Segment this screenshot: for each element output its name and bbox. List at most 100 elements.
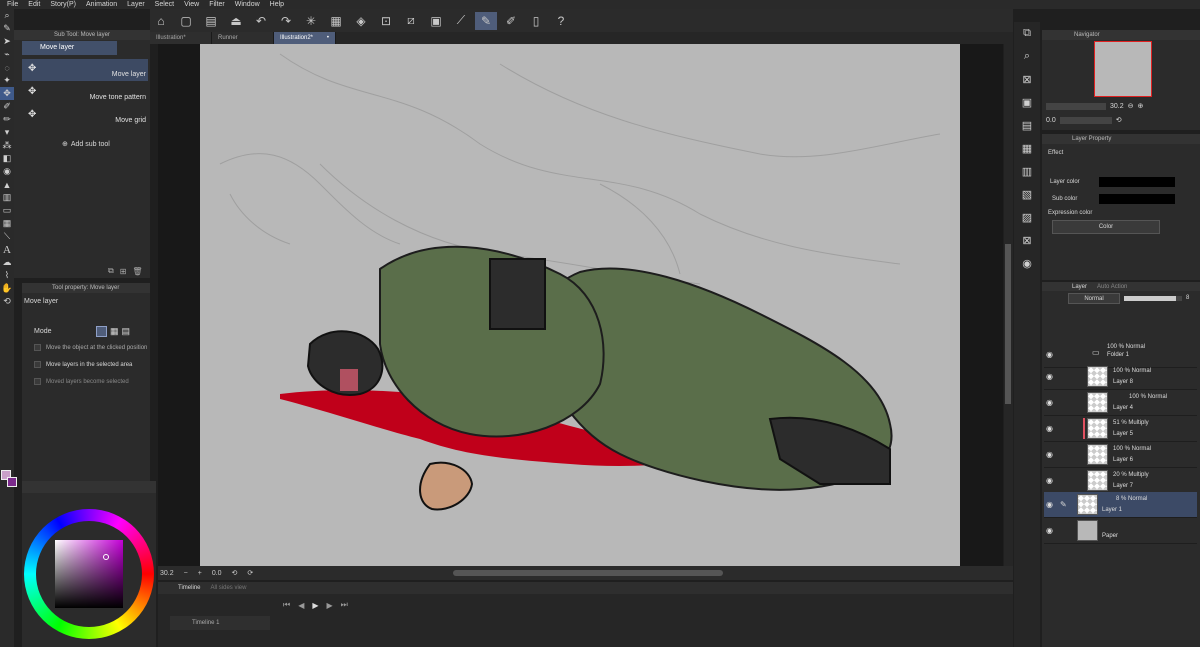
color-picker-handle[interactable] <box>103 554 109 560</box>
airbrush-tool-icon[interactable]: ⁂ <box>0 139 14 152</box>
home-icon[interactable]: ⌂ <box>150 12 172 30</box>
eye-icon[interactable]: ◉ <box>1046 476 1053 485</box>
navigator-rotate-icon[interactable]: ⟲ <box>1116 116 1122 124</box>
color-wheel[interactable] <box>24 509 154 639</box>
tab-illustration[interactable]: Illustration* <box>150 32 212 44</box>
pen-pressure-icon[interactable]: ✐ <box>500 12 522 30</box>
eye-icon[interactable]: ◉ <box>1046 526 1053 535</box>
history-icon[interactable]: ▤ <box>1014 114 1040 137</box>
horizontal-scrollbar[interactable] <box>453 570 724 576</box>
canvas-vertical-scrollbar[interactable] <box>1004 44 1013 566</box>
mode-option-3[interactable]: ▤ <box>122 326 131 337</box>
zoom-value[interactable]: 30.2 <box>160 570 174 577</box>
gradient-tool-icon[interactable]: ▥ <box>0 191 14 204</box>
rotate-left-icon[interactable]: ⟲ <box>232 569 238 577</box>
deselect-icon[interactable]: ⧄ <box>400 12 422 30</box>
menu-edit[interactable]: Edit <box>25 0 47 9</box>
fill-icon[interactable]: ◈ <box>350 12 372 30</box>
tab-runner[interactable]: Runner <box>212 32 274 44</box>
all-sides-tab[interactable]: All sides view <box>210 585 246 591</box>
eye-icon[interactable]: ◉ <box>1046 398 1053 407</box>
sub-color-field[interactable] <box>1099 194 1175 204</box>
navigator-zoom-value[interactable]: 30.2 <box>1110 103 1124 110</box>
eye-icon[interactable]: ◉ <box>1046 372 1053 381</box>
opacity-slider[interactable] <box>1124 295 1182 301</box>
layer-row[interactable]: ◉ 100 % Normal Layer 6 <box>1044 442 1197 468</box>
menu-view[interactable]: View <box>181 0 206 9</box>
sub-color-swatch[interactable] <box>7 477 17 487</box>
next-frame-icon[interactable]: ▶ <box>327 601 333 610</box>
illustration-canvas[interactable] <box>200 44 960 566</box>
figure-tool-icon[interactable]: ▭ <box>0 204 14 217</box>
close-panel-icon[interactable]: ⊠ <box>1014 68 1040 91</box>
menu-story[interactable]: Story(P) <box>47 0 83 9</box>
eye-icon[interactable]: ◉ <box>1046 350 1053 359</box>
pen-tool-icon[interactable]: ✎ <box>0 22 14 35</box>
menu-animation[interactable]: Animation <box>83 0 124 9</box>
sub-view-icon[interactable]: ▦ <box>1014 137 1040 160</box>
menu-window[interactable]: Window <box>232 0 267 9</box>
delete-subtool-icon[interactable]: 🗑 <box>132 267 142 276</box>
add-subtool-button[interactable]: ⊕ Add sub tool <box>62 140 110 149</box>
navigator-preview[interactable] <box>1094 41 1152 97</box>
phone-icon[interactable]: ▯ <box>525 12 547 30</box>
redo-icon[interactable]: ↷ <box>275 12 297 30</box>
saturation-value-square[interactable] <box>55 540 123 608</box>
layer-row[interactable]: ◉ 51 % Multiply Layer 5 <box>1044 416 1197 442</box>
last-frame-icon[interactable]: ⏭ <box>341 600 348 610</box>
marker-tool-icon[interactable]: ▾ <box>0 126 14 139</box>
item-bank-icon[interactable]: ▥ <box>1014 160 1040 183</box>
timeline-tab[interactable]: Timeline <box>178 585 200 591</box>
search-icon[interactable]: ⌕ <box>1014 45 1040 68</box>
subtool-item-move-layer[interactable]: ✥ Move layer <box>22 59 148 81</box>
pencil-tool-icon[interactable]: ✏ <box>0 113 14 126</box>
subtool-header[interactable]: Move layer <box>22 41 117 55</box>
new-subtool-icon[interactable]: ⊞ <box>120 267 127 276</box>
zoom-tool-icon[interactable]: ⌕ <box>0 9 14 22</box>
navigator-angle-slider[interactable] <box>1059 116 1112 124</box>
camera-icon[interactable]: ◉ <box>1014 252 1040 275</box>
angle-value[interactable]: 0.0 <box>212 570 222 577</box>
expression-color-dropdown[interactable]: Color <box>1052 220 1160 234</box>
subtool-item-move-grid[interactable]: ✥ Move grid <box>22 105 148 127</box>
option-checkbox[interactable] <box>34 344 41 351</box>
option-row[interactable]: Moved layers become selected <box>34 378 129 385</box>
undo-icon[interactable]: ↶ <box>250 12 272 30</box>
rotate-tool-icon[interactable]: ⟲ <box>0 295 14 308</box>
clear-icon[interactable]: ▦ <box>325 12 347 30</box>
option-checkbox[interactable] <box>34 378 41 385</box>
gallery-icon[interactable]: ▨ <box>1014 206 1040 229</box>
layer-row[interactable]: ◉ 20 % Multiply Layer 7 <box>1044 468 1197 494</box>
move-layer-tool-icon[interactable]: ✥ <box>0 87 14 100</box>
eye-icon[interactable]: ◉ <box>1046 450 1053 459</box>
export-icon[interactable]: ⏏ <box>225 12 247 30</box>
correct-line-tool-icon[interactable]: ⌇ <box>0 269 14 282</box>
text-tool-icon[interactable]: A <box>0 243 14 256</box>
subtool-item-move-tone[interactable]: ✥ Move tone pattern <box>22 82 148 104</box>
paper-layer[interactable]: ◉ Paper <box>1044 518 1197 544</box>
layer-color-swatch[interactable] <box>1099 177 1175 187</box>
blend-tool-icon[interactable]: ◉ <box>0 165 14 178</box>
lasso-tool-icon[interactable]: ◌ <box>0 61 14 74</box>
layer-row-selected[interactable]: ◉ ✎ 8 % Normal Layer 1 <box>1044 492 1197 518</box>
eraser-tool-icon[interactable]: ◧ <box>0 152 14 165</box>
eye-icon[interactable]: ◉ <box>1046 500 1053 509</box>
help-icon[interactable]: ? <box>550 12 572 30</box>
blend-mode-dropdown[interactable]: Normal <box>1068 292 1120 304</box>
close-panel-icon[interactable]: ⊠ <box>1014 229 1040 252</box>
ruler-tool-icon[interactable]: ⟍ <box>0 230 14 243</box>
brush-tool-icon[interactable]: ✐ <box>0 100 14 113</box>
material-icon[interactable]: ▣ <box>1014 91 1040 114</box>
wand-tool-icon[interactable]: ✦ <box>0 74 14 87</box>
menu-filter[interactable]: Filter <box>206 0 232 9</box>
select-icon[interactable]: ✳ <box>300 12 322 30</box>
frame-tool-icon[interactable]: ▦ <box>0 217 14 230</box>
layer-tab[interactable]: Layer <box>1072 284 1087 290</box>
ruler-icon[interactable]: ⟋ <box>450 12 472 30</box>
menu-select[interactable]: Select <box>152 0 181 9</box>
memo-icon[interactable]: ▧ <box>1014 183 1040 206</box>
navigator-zoom-in-icon[interactable]: ⊕ <box>1138 102 1144 110</box>
layer-row[interactable]: ◉ 100 % Normal Layer 8 <box>1044 364 1197 390</box>
transform-icon[interactable]: ⊡ <box>375 12 397 30</box>
option-row[interactable]: Move the object at the clicked position <box>34 344 147 351</box>
